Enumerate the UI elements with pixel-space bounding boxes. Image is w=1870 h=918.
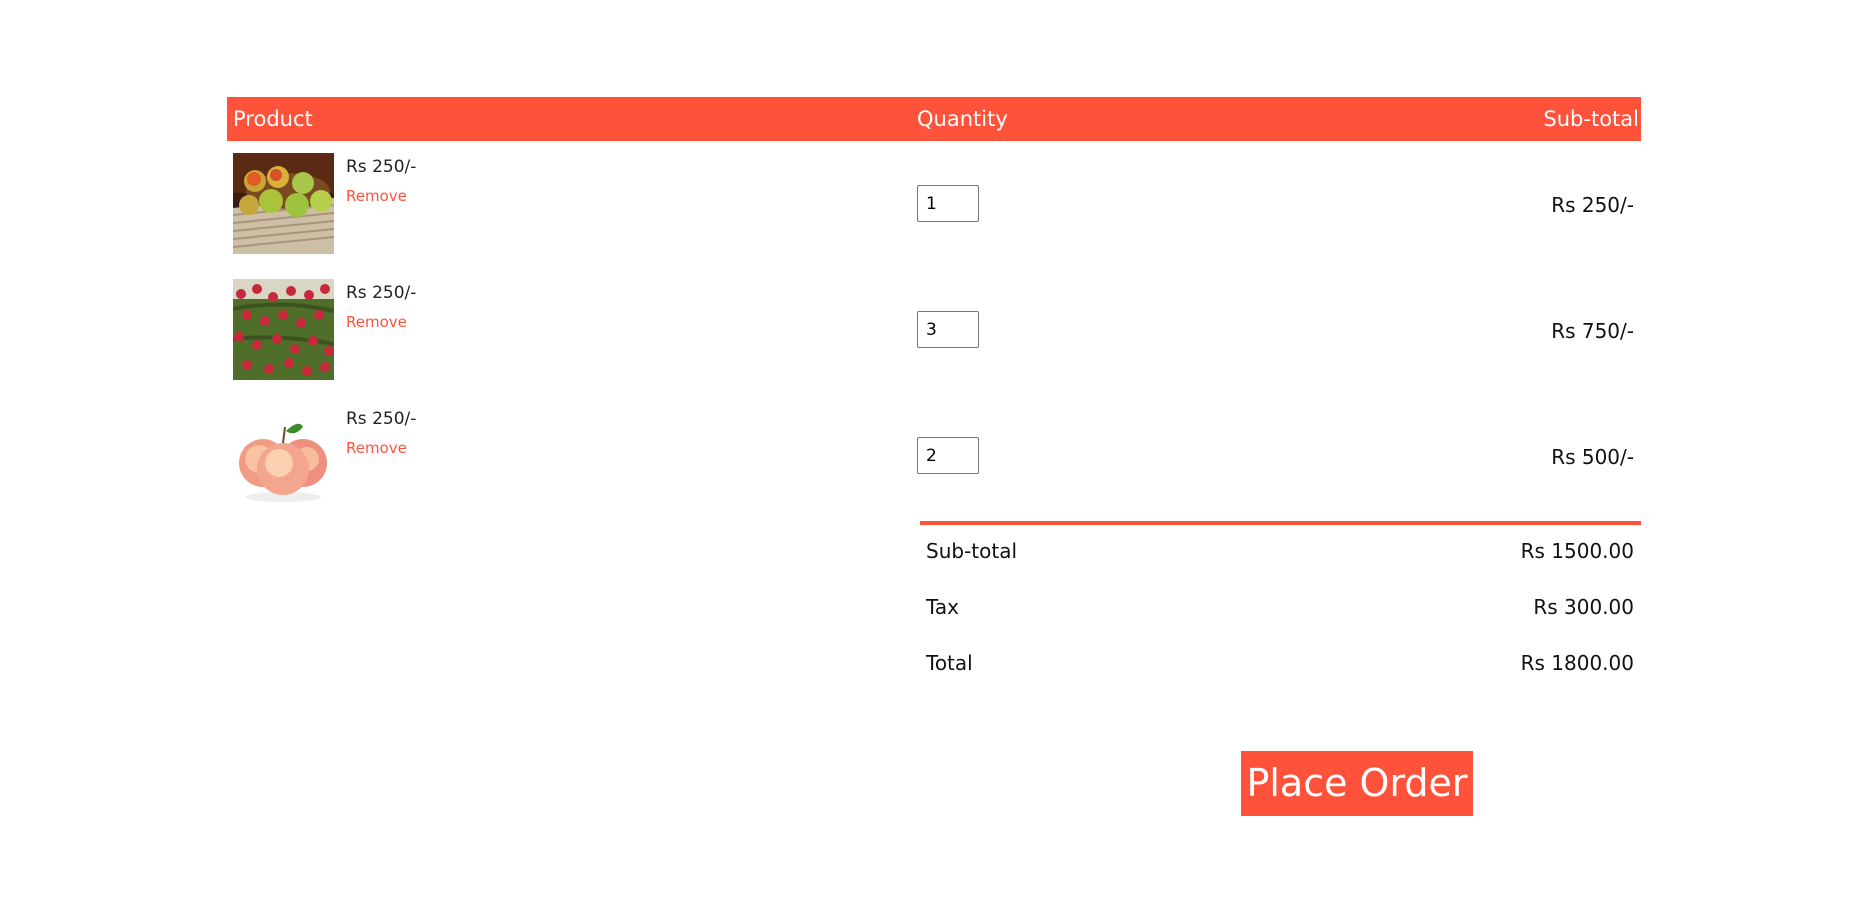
product-info: Rs 250/- Remove xyxy=(346,153,416,254)
quantity-input[interactable] xyxy=(917,437,979,474)
total-label: Total xyxy=(926,651,973,675)
subtotal-value: Rs 1500.00 xyxy=(1520,539,1634,563)
product-info: Rs 250/- Remove xyxy=(346,405,416,506)
quantity-cell xyxy=(917,141,1417,222)
totals-subtotal-row: Sub-total Rs 1500.00 xyxy=(920,523,1641,579)
quantity-cell xyxy=(917,393,1417,474)
product-cell: Rs 250/- Remove xyxy=(227,267,917,380)
product-price: Rs 250/- xyxy=(346,283,417,303)
remove-link[interactable]: Remove xyxy=(346,439,407,457)
cart-row: Rs 250/- Remove Rs 500/- xyxy=(227,393,1641,519)
cart-row: Rs 250/- Remove Rs 250/- xyxy=(227,141,1641,267)
quantity-input[interactable] xyxy=(917,311,979,348)
header-subtotal: Sub-total xyxy=(1543,107,1639,131)
red-apples-image xyxy=(233,405,334,506)
product-info: Rs 250/- Remove xyxy=(346,279,416,380)
quantity-input[interactable] xyxy=(917,185,979,222)
tax-label: Tax xyxy=(926,595,959,619)
product-cell: Rs 250/- Remove xyxy=(227,141,917,254)
row-subtotal: Rs 500/- xyxy=(1551,445,1634,469)
quantity-cell xyxy=(917,267,1417,348)
apple-tree-image xyxy=(233,279,334,380)
product-price: Rs 250/- xyxy=(346,409,417,429)
product-cell: Rs 250/- Remove xyxy=(227,393,917,506)
remove-link[interactable]: Remove xyxy=(346,313,407,331)
cart-table: Product Quantity Sub-total Rs 250/- Remo… xyxy=(227,97,1641,519)
header-quantity: Quantity xyxy=(917,107,1008,131)
totals-total-row: Total Rs 1800.00 xyxy=(920,635,1641,691)
row-subtotal: Rs 750/- xyxy=(1551,319,1634,343)
green-apples-in-basket-image xyxy=(233,153,334,254)
place-order-button[interactable]: Place Order xyxy=(1241,751,1473,816)
product-price: Rs 250/- xyxy=(346,157,417,177)
subtotal-label: Sub-total xyxy=(926,539,1018,563)
remove-link[interactable]: Remove xyxy=(346,187,407,205)
cart-row: Rs 250/- Remove Rs 750/- xyxy=(227,267,1641,393)
cart-header: Product Quantity Sub-total xyxy=(227,97,1641,141)
totals-tax-row: Tax Rs 300.00 xyxy=(920,579,1641,635)
total-value: Rs 1800.00 xyxy=(1520,651,1634,675)
totals-table: Sub-total Rs 1500.00 Tax Rs 300.00 Total… xyxy=(920,521,1641,691)
row-subtotal: Rs 250/- xyxy=(1551,193,1634,217)
tax-value: Rs 300.00 xyxy=(1533,595,1634,619)
header-product: Product xyxy=(233,107,313,131)
